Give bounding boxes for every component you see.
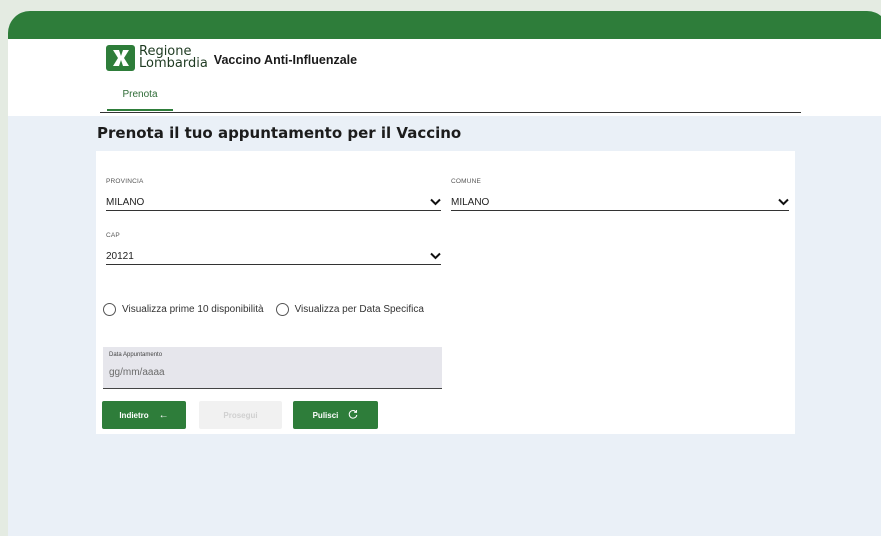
cap-select[interactable]: 20121	[106, 248, 441, 265]
cap-value: 20121	[106, 250, 134, 262]
logo-line-2: Lombardia	[139, 56, 208, 71]
app-title: Vaccino Anti-Influenzale	[213, 53, 358, 67]
date-label: Data Appuntamento	[109, 352, 163, 358]
date-field: Data Appuntamento	[103, 347, 442, 389]
provincia-value: MILANO	[106, 196, 145, 208]
cap-label: CAP	[106, 232, 120, 239]
view-mode-radio-group: Visualizza prime 10 disponibilità Visual…	[103, 303, 436, 316]
radio-prime-10[interactable]: Visualizza prime 10 disponibilità	[103, 303, 264, 316]
date-input[interactable]	[103, 363, 439, 381]
booking-form: PROVINCIA MILANO COMUNE MILANO CAP 20121…	[96, 151, 795, 434]
header-divider	[100, 112, 801, 113]
next-button-label: Prosegui	[223, 410, 258, 420]
regione-logo-icon	[106, 45, 135, 71]
back-button-label: Indietro	[119, 410, 149, 420]
clear-button-label: Pulisci	[312, 410, 339, 420]
provincia-field: PROVINCIA MILANO	[106, 178, 441, 211]
comune-value: MILANO	[451, 196, 490, 208]
radio-prime-10-label: Visualizza prime 10 disponibilità	[122, 304, 264, 315]
page-title: Prenota il tuo appuntamento per il Vacci…	[97, 124, 462, 142]
logo-text: Regione Lombardia	[139, 45, 208, 71]
comune-label: COMUNE	[451, 178, 482, 185]
radio-circle-icon[interactable]	[275, 303, 289, 316]
clear-button[interactable]: Pulisci	[293, 401, 378, 429]
logo[interactable]: Regione Lombardia Vaccino Anti-Influenza…	[106, 45, 357, 71]
comune-select[interactable]: MILANO	[451, 194, 789, 211]
arrow-left-icon: ←	[158, 409, 169, 421]
chevron-down-icon	[778, 198, 789, 206]
radio-circle-icon[interactable]	[103, 303, 116, 316]
comune-field: COMUNE MILANO	[451, 178, 789, 211]
chevron-down-icon	[430, 198, 441, 206]
next-button[interactable]: Prosegui	[199, 401, 282, 429]
refresh-icon	[348, 409, 358, 422]
tab-prenota[interactable]: Prenota	[107, 89, 173, 111]
radio-data-specifica-label: Visualizza per Data Specifica	[294, 304, 424, 315]
app-window: Regione Lombardia Vaccino Anti-Influenza…	[8, 11, 881, 536]
top-bar	[8, 11, 881, 39]
back-button[interactable]: Indietro ←	[102, 401, 186, 429]
chevron-down-icon	[430, 252, 441, 260]
header: Regione Lombardia Vaccino Anti-Influenza…	[8, 39, 881, 116]
provincia-label: PROVINCIA	[106, 178, 144, 185]
provincia-select[interactable]: MILANO	[106, 194, 441, 211]
cap-field: CAP 20121	[106, 232, 441, 265]
radio-data-specifica[interactable]: Visualizza per Data Specifica	[275, 303, 424, 316]
